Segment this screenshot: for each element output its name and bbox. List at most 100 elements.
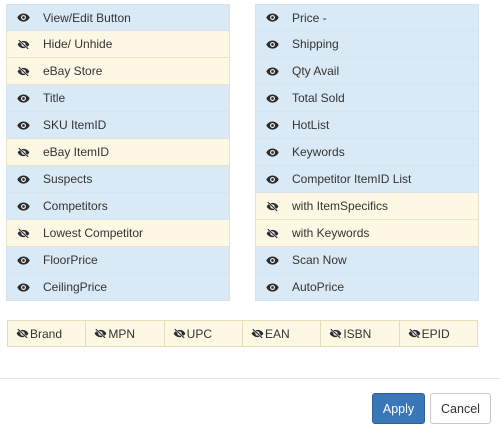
column-toggle-label: eBay Store — [43, 64, 103, 78]
eye-icon — [7, 247, 39, 273]
eye-icon — [256, 112, 288, 138]
eye-icon — [256, 274, 288, 300]
eye-icon — [16, 282, 30, 292]
column-toggle-row[interactable]: AutoPrice — [255, 274, 479, 301]
eye-slash-icon — [17, 65, 29, 77]
column-toggle-row[interactable]: View/Edit Button — [6, 4, 230, 31]
column-toggle-label: Competitors — [43, 199, 108, 213]
eye-icon — [16, 201, 30, 211]
eye-icon — [7, 112, 39, 138]
column-toggle-row[interactable]: Shipping — [255, 31, 479, 58]
identifier-toggle-brand[interactable]: Brand — [8, 321, 87, 346]
identifier-toggle-isbn[interactable]: ISBN — [321, 321, 400, 346]
eye-icon — [256, 85, 288, 111]
eye-slash-icon — [7, 220, 39, 246]
identifier-toggle-label: MPN — [108, 326, 135, 341]
eye-slash-icon — [7, 31, 39, 57]
eye-slash-icon — [251, 328, 265, 339]
identifier-toggle-upc[interactable]: UPC — [165, 321, 243, 346]
column-toggle-label: AutoPrice — [292, 280, 345, 294]
column-toggle-label: Total Sold — [292, 91, 345, 105]
cancel-button[interactable]: Cancel — [430, 393, 491, 424]
eye-slash-icon — [7, 139, 39, 165]
column-toggle-row[interactable]: Hide/ Unhide — [6, 31, 230, 58]
eye-slash-icon — [94, 328, 108, 339]
footer-divider — [0, 378, 500, 379]
eye-slash-icon — [173, 328, 186, 339]
eye-slash-icon — [173, 328, 187, 339]
eye-slash-icon — [266, 227, 278, 239]
eye-icon — [265, 174, 279, 184]
eye-slash-icon — [16, 328, 30, 339]
eye-slash-icon — [16, 328, 29, 339]
eye-slash-icon — [251, 328, 264, 339]
eye-icon — [256, 5, 288, 30]
column-toggle-label: Price - — [292, 10, 327, 25]
column-toggle-row[interactable]: with ItemSpecifics — [255, 193, 479, 220]
column-toggle-row[interactable]: Total Sold — [255, 85, 479, 112]
column-toggle-label: Scan Now — [292, 253, 347, 267]
eye-icon — [7, 193, 39, 219]
column-toggle-row[interactable]: Competitor ItemID List — [255, 166, 479, 193]
identifier-toggle-bar: Brand MPN UPC EAN ISBN EPID — [7, 320, 478, 347]
column-toggle-row[interactable]: CeilingPrice — [6, 274, 230, 301]
column-toggle-label: Keywords — [292, 145, 345, 159]
eye-icon — [265, 66, 279, 76]
eye-icon — [16, 174, 30, 184]
eye-icon — [16, 93, 30, 103]
eye-icon — [16, 13, 30, 22]
eye-slash-icon — [329, 328, 343, 339]
column-toggle-row[interactable]: HotList — [255, 112, 479, 139]
identifier-toggle-label: EAN — [264, 326, 290, 341]
column-toggle-label: Competitor ItemID List — [292, 172, 412, 186]
eye-icon — [16, 255, 30, 265]
column-toggle-row[interactable]: Qty Avail — [255, 58, 479, 85]
eye-icon — [265, 120, 279, 130]
eye-icon — [265, 255, 279, 265]
eye-slash-icon — [94, 328, 107, 339]
eye-icon — [7, 5, 39, 30]
eye-slash-icon — [17, 146, 29, 158]
identifier-toggle-ean[interactable]: EAN — [243, 321, 322, 346]
eye-icon — [265, 39, 279, 49]
eye-slash-icon — [256, 220, 288, 246]
column-toggle-label: HotList — [292, 118, 330, 132]
column-toggle-row[interactable]: Keywords — [255, 139, 479, 166]
column-toggle-label: eBay ItemID — [43, 145, 110, 159]
column-toggle-row[interactable]: eBay Store — [6, 58, 230, 85]
eye-icon — [265, 147, 279, 157]
eye-slash-icon — [329, 328, 342, 339]
right-column-toggle-list: Price - Shipping Qty Avail Total Sold Ho… — [255, 4, 479, 301]
column-toggle-label: SKU ItemID — [43, 118, 107, 132]
eye-icon — [256, 139, 288, 165]
eye-icon — [265, 93, 279, 103]
column-toggle-label: with ItemSpecifics — [292, 199, 389, 213]
column-toggle-label: Hide/ Unhide — [43, 37, 113, 51]
eye-slash-icon — [408, 328, 422, 339]
column-toggle-row[interactable]: SKU ItemID — [6, 112, 230, 139]
column-toggle-row[interactable]: Price - — [255, 4, 479, 31]
apply-button[interactable]: Apply — [372, 393, 425, 424]
eye-icon — [7, 274, 39, 300]
eye-icon — [7, 166, 39, 192]
column-toggle-row[interactable]: Suspects — [6, 166, 230, 193]
eye-icon — [16, 120, 30, 130]
identifier-toggle-epid[interactable]: EPID — [400, 321, 477, 346]
left-column-toggle-list: View/Edit Button Hide/ Unhide eBay Store… — [6, 4, 230, 301]
column-toggle-row[interactable]: Competitors — [6, 193, 230, 220]
column-toggle-row[interactable]: Scan Now — [255, 247, 479, 274]
eye-icon — [256, 58, 288, 84]
column-toggle-row[interactable]: Lowest Competitor — [6, 220, 230, 247]
eye-icon — [256, 31, 288, 57]
column-toggle-row[interactable]: FloorPrice — [6, 247, 230, 274]
column-toggle-row[interactable]: eBay ItemID — [6, 139, 230, 166]
identifier-toggle-mpn[interactable]: MPN — [86, 321, 165, 346]
column-toggle-row[interactable]: with Keywords — [255, 220, 479, 247]
column-toggle-label: View/Edit Button — [43, 10, 131, 25]
identifier-toggle-label: Brand — [30, 326, 63, 341]
column-toggle-label: Qty Avail — [292, 64, 340, 78]
column-toggle-label: FloorPrice — [43, 253, 98, 267]
column-toggle-label: Shipping — [292, 37, 339, 51]
column-toggle-row[interactable]: Title — [6, 85, 230, 112]
eye-icon — [256, 247, 288, 273]
